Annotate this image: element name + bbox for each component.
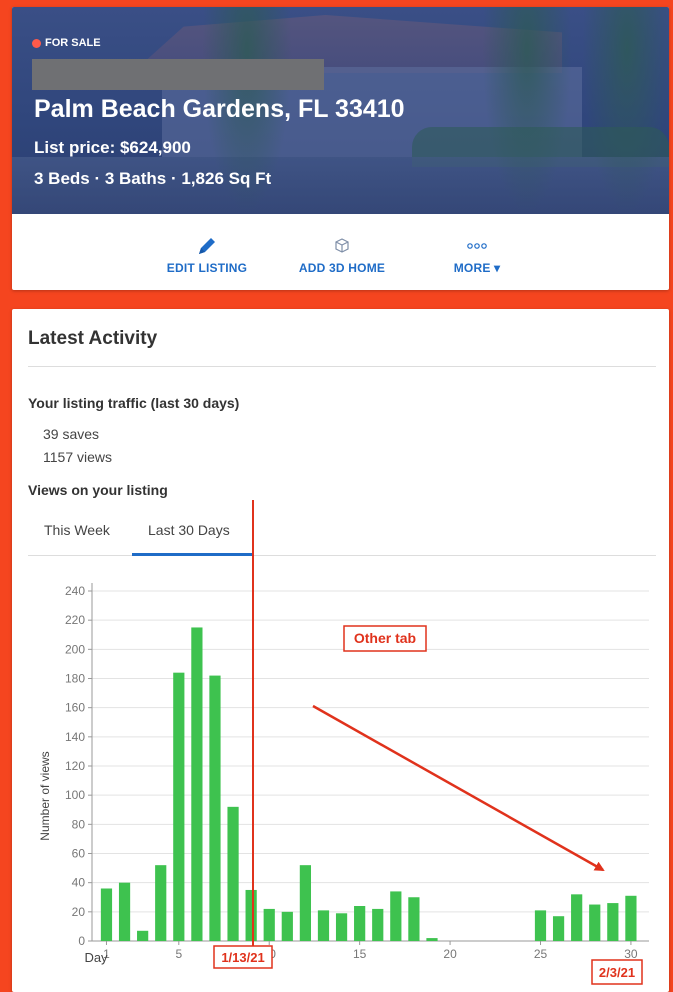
y-axis-label: Number of views: [38, 751, 52, 840]
y-tick-label: 60: [72, 847, 86, 861]
bar: [209, 675, 221, 941]
bar: [191, 627, 203, 941]
bar: [173, 672, 185, 941]
listing-address: Palm Beach Gardens, FL 33410: [34, 95, 405, 123]
ellipsis-icon: [466, 236, 488, 256]
bar: [607, 903, 619, 941]
latest-activity-card: Latest Activity Your listing traffic (la…: [12, 309, 669, 992]
bar: [552, 916, 565, 941]
x-axis-label: Day: [84, 950, 108, 965]
edit-listing-label: EDIT LISTING: [166, 261, 248, 275]
bar: [118, 882, 131, 941]
bar: [281, 911, 293, 941]
y-tick-label: 120: [65, 759, 85, 773]
y-tick-label: 140: [65, 730, 85, 744]
status-label: FOR SALE: [45, 37, 101, 49]
more-button[interactable]: MORE ▾: [442, 214, 512, 290]
bar: [534, 910, 547, 941]
bar: [426, 938, 438, 941]
y-tick-label: 200: [65, 642, 85, 656]
bar: [390, 891, 402, 941]
bar: [408, 897, 420, 941]
bar: [100, 888, 113, 941]
x-tick-label: 15: [353, 947, 367, 961]
views-bar-chart: 0204060801001201401601802002202401 5 10 15 2…: [38, 583, 649, 965]
add-3d-home-label: ADD 3D HOME: [298, 261, 386, 275]
bar: [625, 895, 637, 941]
bar: [589, 904, 601, 941]
edit-listing-button[interactable]: EDIT LISTING: [162, 214, 252, 290]
status-badge: FOR SALE: [32, 37, 101, 49]
bar: [372, 908, 384, 941]
pencil-icon: [196, 236, 218, 256]
x-tick-label: 5: [175, 947, 182, 961]
list-price: List price: $624,900: [34, 138, 191, 157]
bar: [335, 913, 348, 941]
y-tick-label: 0: [78, 934, 85, 948]
bar: [227, 806, 239, 941]
listing-photo: FOR SALE Palm Beach Gardens, FL 33410 Li…: [12, 7, 669, 214]
bar: [263, 908, 275, 941]
y-tick-label: 40: [72, 876, 86, 890]
status-dot-icon: [32, 38, 41, 48]
bar: [245, 889, 257, 941]
redacted-street-address: [32, 59, 324, 90]
listing-card: FOR SALE Palm Beach Gardens, FL 33410 Li…: [12, 7, 669, 290]
bar: [571, 894, 583, 941]
y-tick-label: 220: [65, 613, 85, 627]
cube-icon: [333, 236, 351, 256]
x-tick-label: 20: [443, 947, 457, 961]
listing-actions: EDIT LISTING ADD 3D HOME MORE ▾: [12, 214, 669, 290]
bar: [354, 906, 366, 941]
y-tick-label: 80: [72, 817, 86, 831]
y-tick-label: 180: [65, 672, 85, 686]
bar: [155, 865, 167, 941]
listing-specs: 3 Beds · 3 Baths · 1,826 Sq Ft: [34, 169, 272, 188]
add-3d-home-button[interactable]: ADD 3D HOME: [292, 214, 392, 290]
bar: [137, 930, 149, 941]
y-tick-label: 160: [65, 701, 85, 715]
bar: [317, 910, 330, 941]
x-tick-label: 10: [263, 947, 277, 961]
bar: [299, 865, 312, 941]
more-label: MORE ▾: [453, 261, 501, 275]
x-tick-label: 25: [534, 947, 548, 961]
y-tick-label: 100: [65, 788, 85, 802]
y-tick-label: 20: [72, 905, 86, 919]
y-tick-label: 240: [65, 584, 85, 598]
x-tick-label: 30: [624, 947, 638, 961]
